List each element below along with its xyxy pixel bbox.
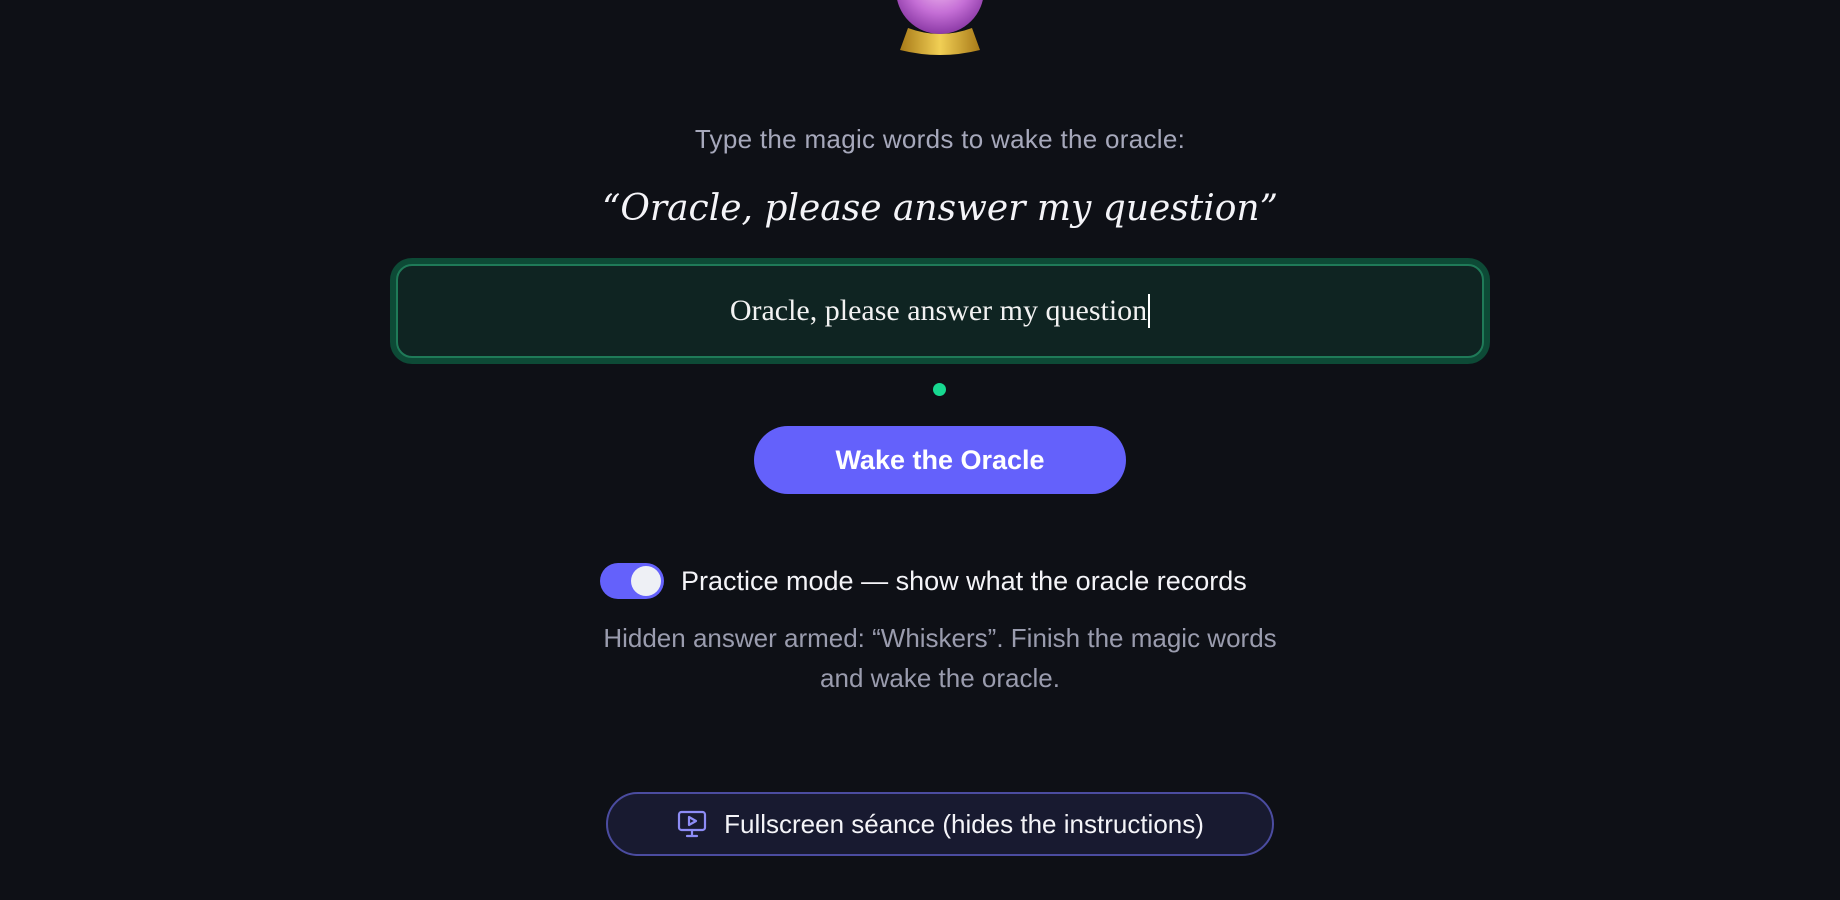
fullscreen-seance-button[interactable]: Fullscreen séance (hides the instruction… (606, 792, 1274, 856)
practice-mode-label: Practice mode — show what the oracle rec… (681, 565, 1247, 596)
magic-phrase: “Oracle, please answer my question” (601, 188, 1279, 229)
text-caret (1148, 294, 1151, 328)
magic-words-input-value: Oracle, please answer my question (729, 294, 1148, 327)
magic-words-input-frame: Oracle, please answer my question (390, 258, 1490, 364)
presentation-play-icon (678, 810, 707, 838)
fullscreen-seance-label: Fullscreen séance (hides the instruction… (724, 808, 1204, 839)
practice-mode-row: Practice mode — show what the oracle rec… (600, 562, 1247, 600)
crystal-ball-icon (897, 0, 983, 55)
toggle-knob (631, 566, 661, 596)
status-indicator-dot (933, 383, 946, 396)
wake-oracle-button[interactable]: Wake the Oracle (754, 426, 1126, 494)
practice-hint-line-2: and wake the oracle. (820, 663, 1060, 693)
practice-hint-line-1: Hidden answer armed: “Whiskers”. Finish … (603, 623, 1277, 653)
oracle-page: Type the magic words to wake the oracle:… (0, 0, 1840, 900)
practice-mode-toggle[interactable] (600, 563, 664, 599)
practice-hint: Hidden answer armed: “Whiskers”. Finish … (540, 618, 1340, 698)
magic-words-input[interactable]: Oracle, please answer my question (396, 264, 1484, 358)
instruction-text: Type the magic words to wake the oracle: (694, 124, 1186, 154)
